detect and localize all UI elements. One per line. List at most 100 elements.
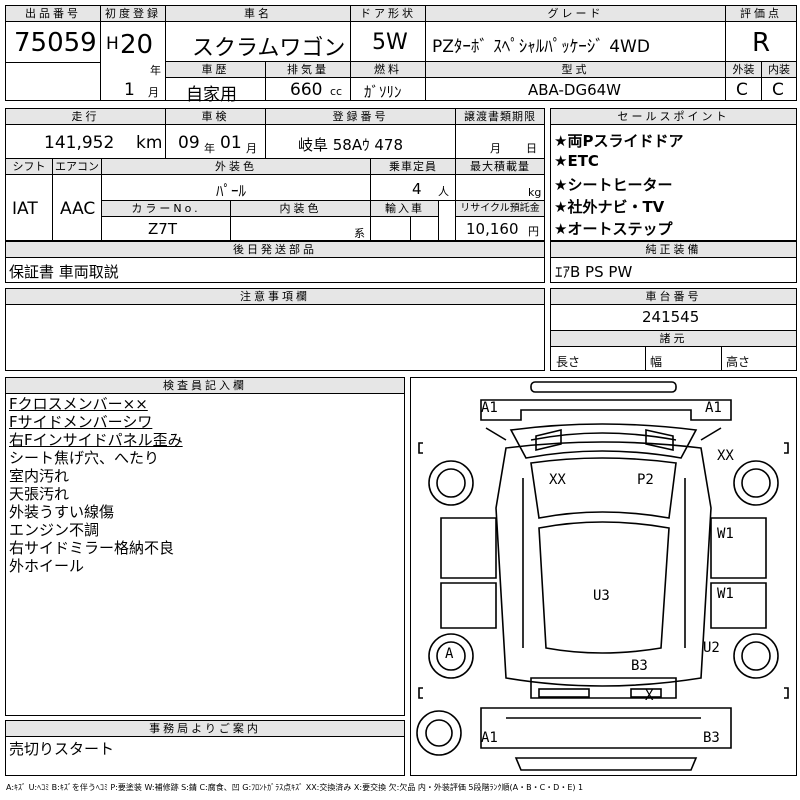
sales-point-item: ★オートステップ xyxy=(554,220,673,238)
ext-color: ﾊﾟｰﾙ xyxy=(216,182,247,200)
chassis-label: 車台番号 xyxy=(551,289,796,305)
car-name-label: 車名 xyxy=(166,6,350,22)
width-label: 幅 xyxy=(650,355,663,369)
inspector-line: 天張汚れ xyxy=(9,485,70,503)
max-load-unit: kg xyxy=(528,186,542,199)
damage-right-side-2: W1 xyxy=(717,586,734,602)
inspection-year-unit: 年 xyxy=(204,142,215,155)
displacement: 660 xyxy=(290,80,323,100)
color-no: Z7T xyxy=(148,220,177,238)
length-label: 長さ xyxy=(556,355,581,369)
int-grade-label: 内装 xyxy=(762,62,796,78)
recycle: 10,160 xyxy=(466,220,519,238)
inspector-line: 室内汚れ xyxy=(9,467,70,485)
height-label: 高さ xyxy=(726,355,751,369)
sales-point-item: ★社外ナビ・TV xyxy=(554,198,665,216)
damage-rear-bumper: X xyxy=(645,688,654,704)
inspector-line: 右サイドミラー格納不良 xyxy=(9,539,175,557)
car-name: スクラムワゴン xyxy=(192,36,346,61)
door-label: ドア形状 xyxy=(351,6,425,22)
sales-point-item: ★両Pスライドドア xyxy=(554,132,684,150)
inspector-line: シート焦げ穴、へたり xyxy=(9,449,160,467)
later-parts: 保証書 車両取説 xyxy=(9,263,119,281)
model-label: 型式 xyxy=(426,62,725,78)
score-label: 評価点 xyxy=(726,6,796,22)
damage-rear-left: A1 xyxy=(481,730,498,746)
inspection-month-unit: 月 xyxy=(246,142,257,155)
shift: IAT xyxy=(12,199,38,219)
damage-right-side-1: W1 xyxy=(717,526,734,542)
lot-number: 75059 xyxy=(14,28,97,58)
inspector-label: 検査員記入欄 xyxy=(6,378,404,394)
capacity: 4 xyxy=(412,180,422,198)
fuel-label: 燃料 xyxy=(351,62,425,78)
ext-color-label: 外装色 xyxy=(102,159,370,175)
genuine-equipment-label: 純正装備 xyxy=(551,242,796,258)
inspection-label: 車検 xyxy=(166,109,265,125)
fuel: ｶﾞｿﾘﾝ xyxy=(364,83,402,101)
int-color-suffix: 系 xyxy=(354,227,365,240)
chassis-number: 241545 xyxy=(642,308,700,326)
later-parts-label: 後日発送部品 xyxy=(6,242,544,258)
inspector-line: Fサイドメンバーシワ xyxy=(9,413,153,431)
sales-point-item: ★シートヒーター xyxy=(554,176,673,194)
inspector-line: 外装うすい線傷 xyxy=(9,503,115,521)
inspector-line: 外ホイール xyxy=(9,557,85,575)
reg-year: 20 xyxy=(120,30,154,60)
inspector-line: 右Fインサイドパネル歪み xyxy=(9,431,183,449)
score: R xyxy=(752,28,771,58)
color-no-label: カラーNo. xyxy=(102,201,230,217)
max-load-label: 最大積載量 xyxy=(456,159,544,175)
damage-rear-center: B3 xyxy=(631,658,648,674)
ext-grade: C xyxy=(736,80,748,100)
door-type: 5W xyxy=(372,30,408,55)
ac: AAC xyxy=(60,199,96,219)
damage-right-front-fender: XX xyxy=(717,448,734,464)
damage-front-left: A1 xyxy=(481,400,498,416)
history-label: 車歴 xyxy=(166,62,265,78)
inspector-line: エンジン不調 xyxy=(9,521,100,539)
transfer-label: 譲渡書類期限 xyxy=(456,109,544,125)
capacity-label: 乗車定員 xyxy=(371,159,455,175)
notes-label: 注意事項欄 xyxy=(6,289,544,305)
damage-rear-right: B3 xyxy=(703,730,720,746)
sales-point-item: ★ETC xyxy=(554,152,599,170)
mileage: 141,952 xyxy=(44,133,115,153)
plate: 岐阜 58Aｳ 478 xyxy=(298,136,404,154)
recycle-label: リサイクル預託金 xyxy=(456,201,544,217)
reg-month: 1 xyxy=(124,80,135,100)
mileage-label: 走行 xyxy=(6,109,165,125)
history: 自家用 xyxy=(186,85,237,105)
model: ABA-DG64W xyxy=(528,81,621,99)
damage-right-rear: U2 xyxy=(703,640,720,656)
displacement-unit: cc xyxy=(330,85,343,98)
dimensions-label: 諸元 xyxy=(551,331,796,347)
import-label: 輸入車 xyxy=(371,201,438,217)
damage-front-right: A1 xyxy=(705,400,722,416)
damage-right-front-seat: P2 xyxy=(637,472,654,488)
vehicle-diagram: A1 A1 XX P2 XX W1 W1 U3 U2 A B3 X A1 B3 xyxy=(410,377,797,776)
damage-left-rear: A xyxy=(445,646,454,662)
legend: A:ｷｽﾞ U:ﾍｺﾐ B:ｷｽﾞを伴うﾍｺﾐ P:要塗装 W:補修跡 S:錆 … xyxy=(6,783,584,792)
ac-label: エアコン xyxy=(53,159,101,175)
ext-grade-label: 外装 xyxy=(726,62,761,78)
sales-points-label: セールスポイント xyxy=(551,109,796,125)
reg-year-unit: 年 xyxy=(150,64,161,77)
mileage-unit: km xyxy=(136,133,163,153)
lot-label: 出品番号 xyxy=(6,6,100,22)
grade: PZﾀｰﾎﾞ ｽﾍﾟｼｬﾙﾊﾟｯｹｰｼﾞ 4WD xyxy=(432,37,650,57)
inspection-month: 01 xyxy=(220,133,242,153)
transfer-day-unit: 日 xyxy=(526,142,537,155)
damage-left-front-seat: XX xyxy=(549,472,566,488)
inspector-line: Fクロスメンバー×× xyxy=(9,395,148,413)
car-outline xyxy=(416,381,789,771)
office-note: 売切りスタート xyxy=(9,740,115,758)
reg-label: 初度登録 xyxy=(101,6,165,22)
recycle-unit: 円 xyxy=(528,225,539,238)
damage-center: U3 xyxy=(593,588,610,604)
int-color-label: 内装色 xyxy=(231,201,370,217)
transfer-month-unit: 月 xyxy=(490,142,501,155)
grade-label: グレード xyxy=(426,6,725,22)
displacement-label: 排気量 xyxy=(266,62,350,78)
reg-month-unit: 月 xyxy=(148,86,159,99)
